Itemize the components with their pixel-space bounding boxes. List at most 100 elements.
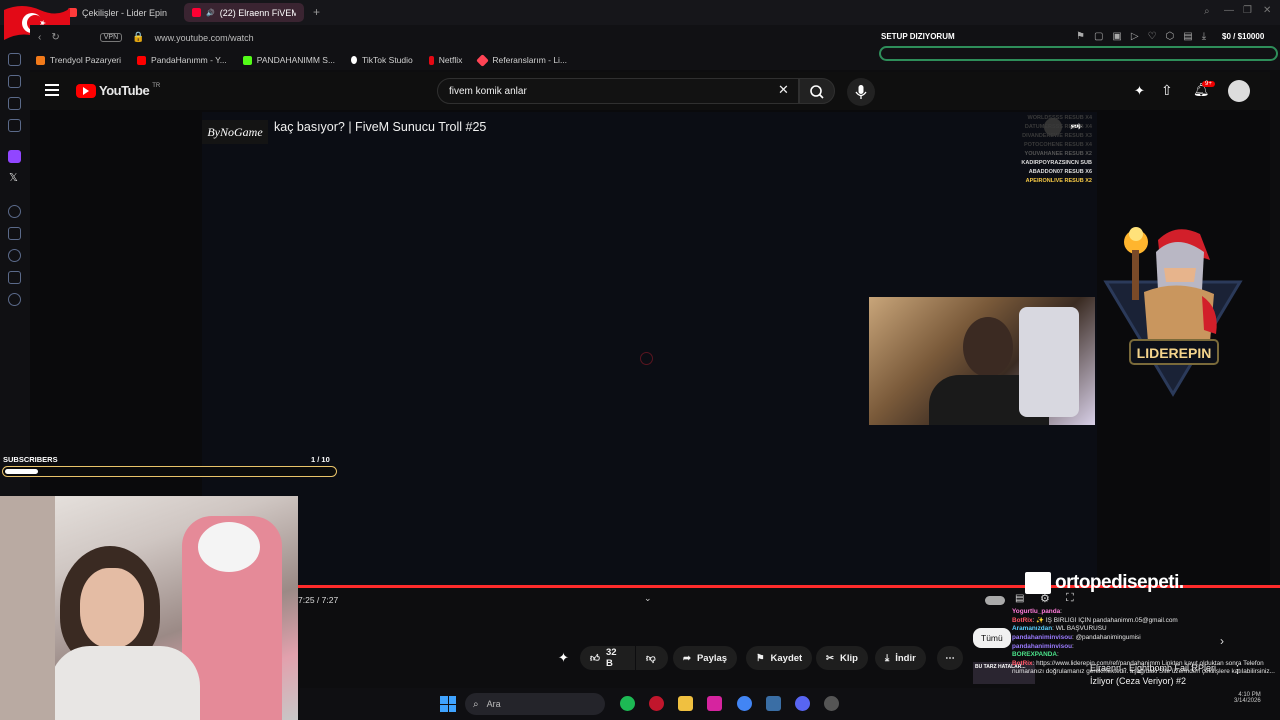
vpn-badge[interactable]: VPN [99,33,123,42]
chat-text: : [1060,608,1062,615]
chat-text: : @pandahanimingumisi [1072,633,1141,641]
autoplay-toggle[interactable] [985,596,1005,605]
new-tab-icon[interactable]: + [313,5,320,19]
chat-user: BotRix [1012,659,1033,667]
download-icon[interactable]: ⤓ [1202,31,1206,42]
share-button[interactable]: ➦ Paylaş [673,646,738,670]
like-button[interactable]: 👍︎ 32 B [580,646,635,670]
messenger-icon[interactable] [8,53,21,66]
sidebar-app-icon[interactable] [8,75,21,88]
subscribers-goal-fill [5,469,38,474]
chat-user: Aramanızdan [1012,625,1053,633]
clock-icon[interactable] [8,249,21,262]
video-title[interactable]: kaç basıyor? | FiveM Sunucu Troll #25 [274,120,486,134]
bookmark-item[interactable]: PandaHanımm - Y... [137,55,227,65]
x-twitter-icon[interactable]: 𝕏 [9,171,18,184]
more-actions-button[interactable]: ⋯ [937,646,963,670]
clock-date: 3/14/2026 [1234,698,1261,704]
chevron-down-icon[interactable]: ⌄ [644,593,652,604]
wallet-icon[interactable]: ▤ [1183,31,1192,42]
bookmark-item[interactable]: Netflix [428,55,462,65]
windows-start-icon[interactable] [440,696,456,712]
channel-logo[interactable]: ByNoGame [202,120,268,144]
avatar[interactable] [1228,80,1250,102]
brand-text: LIDEREPIN [1137,345,1212,361]
close-window-icon[interactable]: ✕ [1263,5,1271,16]
thumbs-down-icon: 👎︎ [646,653,656,664]
more-icon: ⋯ [945,652,955,664]
browser-tab-active[interactable]: 🔊 (22) Elraenn FiVEM Su [184,3,304,22]
sidebar-app-icon[interactable] [8,97,21,110]
hamburger-menu-icon[interactable] [45,84,59,96]
subscribers-label: SUBSCRIBERS [3,455,58,464]
browser-tab[interactable]: Çekilişler - Lider Epin [60,3,175,22]
filter-chip-all[interactable]: Tümü [973,628,1011,648]
gaming-chair [1019,307,1079,417]
setup-goal-label: SETUP DIZIYORUM [881,32,955,41]
twitch-icon[interactable] [8,150,21,163]
play-icon[interactable]: ▷ [1131,31,1139,42]
youtube-logo[interactable]: YouTube TR [76,83,160,98]
search-button[interactable] [799,78,835,104]
liderepin-icon [476,53,490,67]
sidebar-app-icon[interactable] [8,119,21,132]
chat-user: BOREXPANDA [1012,651,1057,659]
chat-user: pandahaniminvisou [1012,642,1073,650]
loading-spinner-icon [640,352,653,365]
reload-icon[interactable]: ↻ [51,32,59,43]
voice-search-button[interactable] [847,78,875,106]
clear-search-icon[interactable]: ✕ [778,82,789,98]
bookmark-icon: ⚑ [756,652,765,664]
stream-event: DIVANDEREWE RESUB X3 [1022,133,1092,139]
share-icon: ➦ [683,652,691,664]
ai-sparkle-icon[interactable]: ✦ [558,650,569,666]
bookmarks-icon[interactable] [8,227,21,240]
history-icon[interactable] [8,205,21,218]
stream-event: DATUMERSSS RESUB X4 [1024,124,1092,130]
upload-icon[interactable]: ⇧ [1161,82,1173,99]
url-field[interactable]: www.youtube.com/watch [155,33,254,43]
bookmark-item[interactable]: Trendyol Pazaryeri [36,55,121,65]
taskbar-search[interactable]: ⌕ Ara [465,693,605,715]
browser-tab-strip: Çekilişler - Lider Epin 🔊 (22) Elraenn F… [0,0,1280,25]
sponsor-text: ortopedisepeti. [1055,572,1184,593]
person-face [80,568,144,648]
back-icon[interactable]: ‹ [38,32,41,43]
download-icon: ⤓ [885,652,890,664]
bookmark-label: Referanslarım - Li... [492,55,568,65]
file-explorer-icon[interactable] [678,696,693,711]
search-input[interactable]: fivem komik anlar [437,78,799,104]
speaker-icon[interactable]: 🔊 [206,9,215,17]
app-icon[interactable] [824,696,839,711]
webcam-streamer-female [0,496,298,720]
clip-button[interactable]: ✂ Klip [816,646,868,670]
system-clock[interactable]: 4:10 PM 3/14/2026 [1234,692,1261,704]
bookmark-item[interactable]: PANDAHANIMM S... [242,55,335,65]
create-icon[interactable]: ✦ [1134,83,1145,99]
heart-icon[interactable]: ♡ [1148,31,1157,42]
chrome-icon[interactable] [737,696,752,711]
settings-icon[interactable] [766,696,781,711]
bookmark-item[interactable]: Referanslarım - Li... [476,53,568,67]
extensions-icon[interactable] [8,271,21,284]
bookmark-icon[interactable]: ⚑ [1076,31,1085,42]
screenshot-icon[interactable]: ▢ [1094,31,1103,42]
settings-gear-icon[interactable] [8,293,21,306]
spotify-icon[interactable] [620,696,635,711]
instagram-icon[interactable] [707,696,722,711]
maximize-icon[interactable]: ❐ [1243,5,1252,16]
discord-icon[interactable] [795,696,810,711]
dislike-button[interactable]: 👎︎ [636,646,668,670]
search-tabs-icon[interactable]: ⌕ [1204,6,1210,17]
media-icon[interactable]: ▣ [1112,31,1121,42]
chat-message: Aramanızdan: WL BAŞVURUSU [1012,625,1280,634]
save-button[interactable]: ⚑ Kaydet [746,646,813,670]
extension-icon[interactable]: ⬡ [1166,31,1175,42]
stream-event: ABADDON07 RESUB X6 [1028,169,1092,175]
opera-gx-icon[interactable] [649,696,664,711]
download-button[interactable]: ⤓ İndir [875,646,926,670]
minimize-icon[interactable]: — [1224,5,1234,16]
subtitles-icon[interactable]: ▤ [1015,593,1024,604]
bookmark-item[interactable]: TikTok Studio [351,55,413,65]
thumbs-up-icon: 👍︎ [590,653,600,664]
